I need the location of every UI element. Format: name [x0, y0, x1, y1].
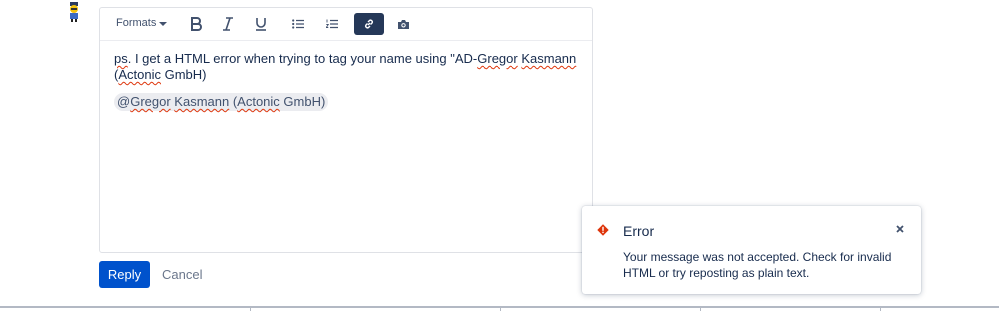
- comment-editor[interactable]: Formats ps. I get a HTML error when tryi…: [99, 7, 593, 253]
- error-icon: [597, 224, 609, 236]
- spellcheck-word: Actonic: [237, 94, 280, 109]
- italic-button[interactable]: [213, 13, 243, 35]
- bold-button[interactable]: [181, 13, 211, 35]
- editor-content[interactable]: ps. I get a HTML error when trying to ta…: [100, 41, 592, 111]
- bold-icon: [191, 17, 202, 31]
- text-run: @: [117, 94, 131, 109]
- spellcheck-word: Gregor: [130, 94, 171, 109]
- link-button[interactable]: [354, 13, 384, 35]
- chevron-down-icon: [159, 21, 168, 26]
- text-run: (: [229, 94, 238, 109]
- formats-label: Formats: [116, 17, 157, 29]
- numbered-list-icon: [326, 19, 338, 28]
- bullet-list-icon: [292, 19, 304, 29]
- camera-icon: [397, 19, 409, 29]
- spellcheck-word: ps: [114, 51, 128, 66]
- avatar: [66, 2, 82, 22]
- spellcheck-word: Gregor: [477, 51, 518, 66]
- underline-button[interactable]: [246, 13, 276, 35]
- link-icon: [365, 19, 373, 29]
- text-run: GmbH): [279, 94, 326, 109]
- editor-toolbar: Formats: [100, 8, 592, 41]
- error-message: Your message was not accepted. Check for…: [623, 250, 892, 280]
- underline-icon: [256, 18, 266, 31]
- error-flag: Error Your message was not accepted. Che…: [582, 206, 921, 294]
- formats-dropdown[interactable]: Formats: [116, 17, 168, 29]
- reply-button[interactable]: Reply: [99, 261, 150, 288]
- numbered-list-button[interactable]: [317, 13, 347, 35]
- comment-text: ps. I get a HTML error when trying to ta…: [114, 51, 578, 83]
- image-button[interactable]: [388, 13, 418, 35]
- spellcheck-word: Kasmann: [521, 51, 577, 66]
- spellcheck-word: Kasmann: [174, 94, 230, 109]
- user-mention[interactable]: @Gregor Kasmann (Actonic GmbH): [114, 93, 329, 111]
- close-icon[interactable]: [895, 224, 905, 234]
- text-run: GmbH): [160, 67, 207, 82]
- error-title: Error: [623, 223, 655, 239]
- italic-icon: [223, 17, 233, 31]
- divider: [0, 306, 999, 311]
- bullet-list-button[interactable]: [283, 13, 313, 35]
- text-run: . I get a HTML error when trying to tag …: [127, 51, 478, 66]
- spellcheck-word: Actonic: [118, 67, 161, 82]
- cancel-button[interactable]: Cancel: [162, 261, 202, 288]
